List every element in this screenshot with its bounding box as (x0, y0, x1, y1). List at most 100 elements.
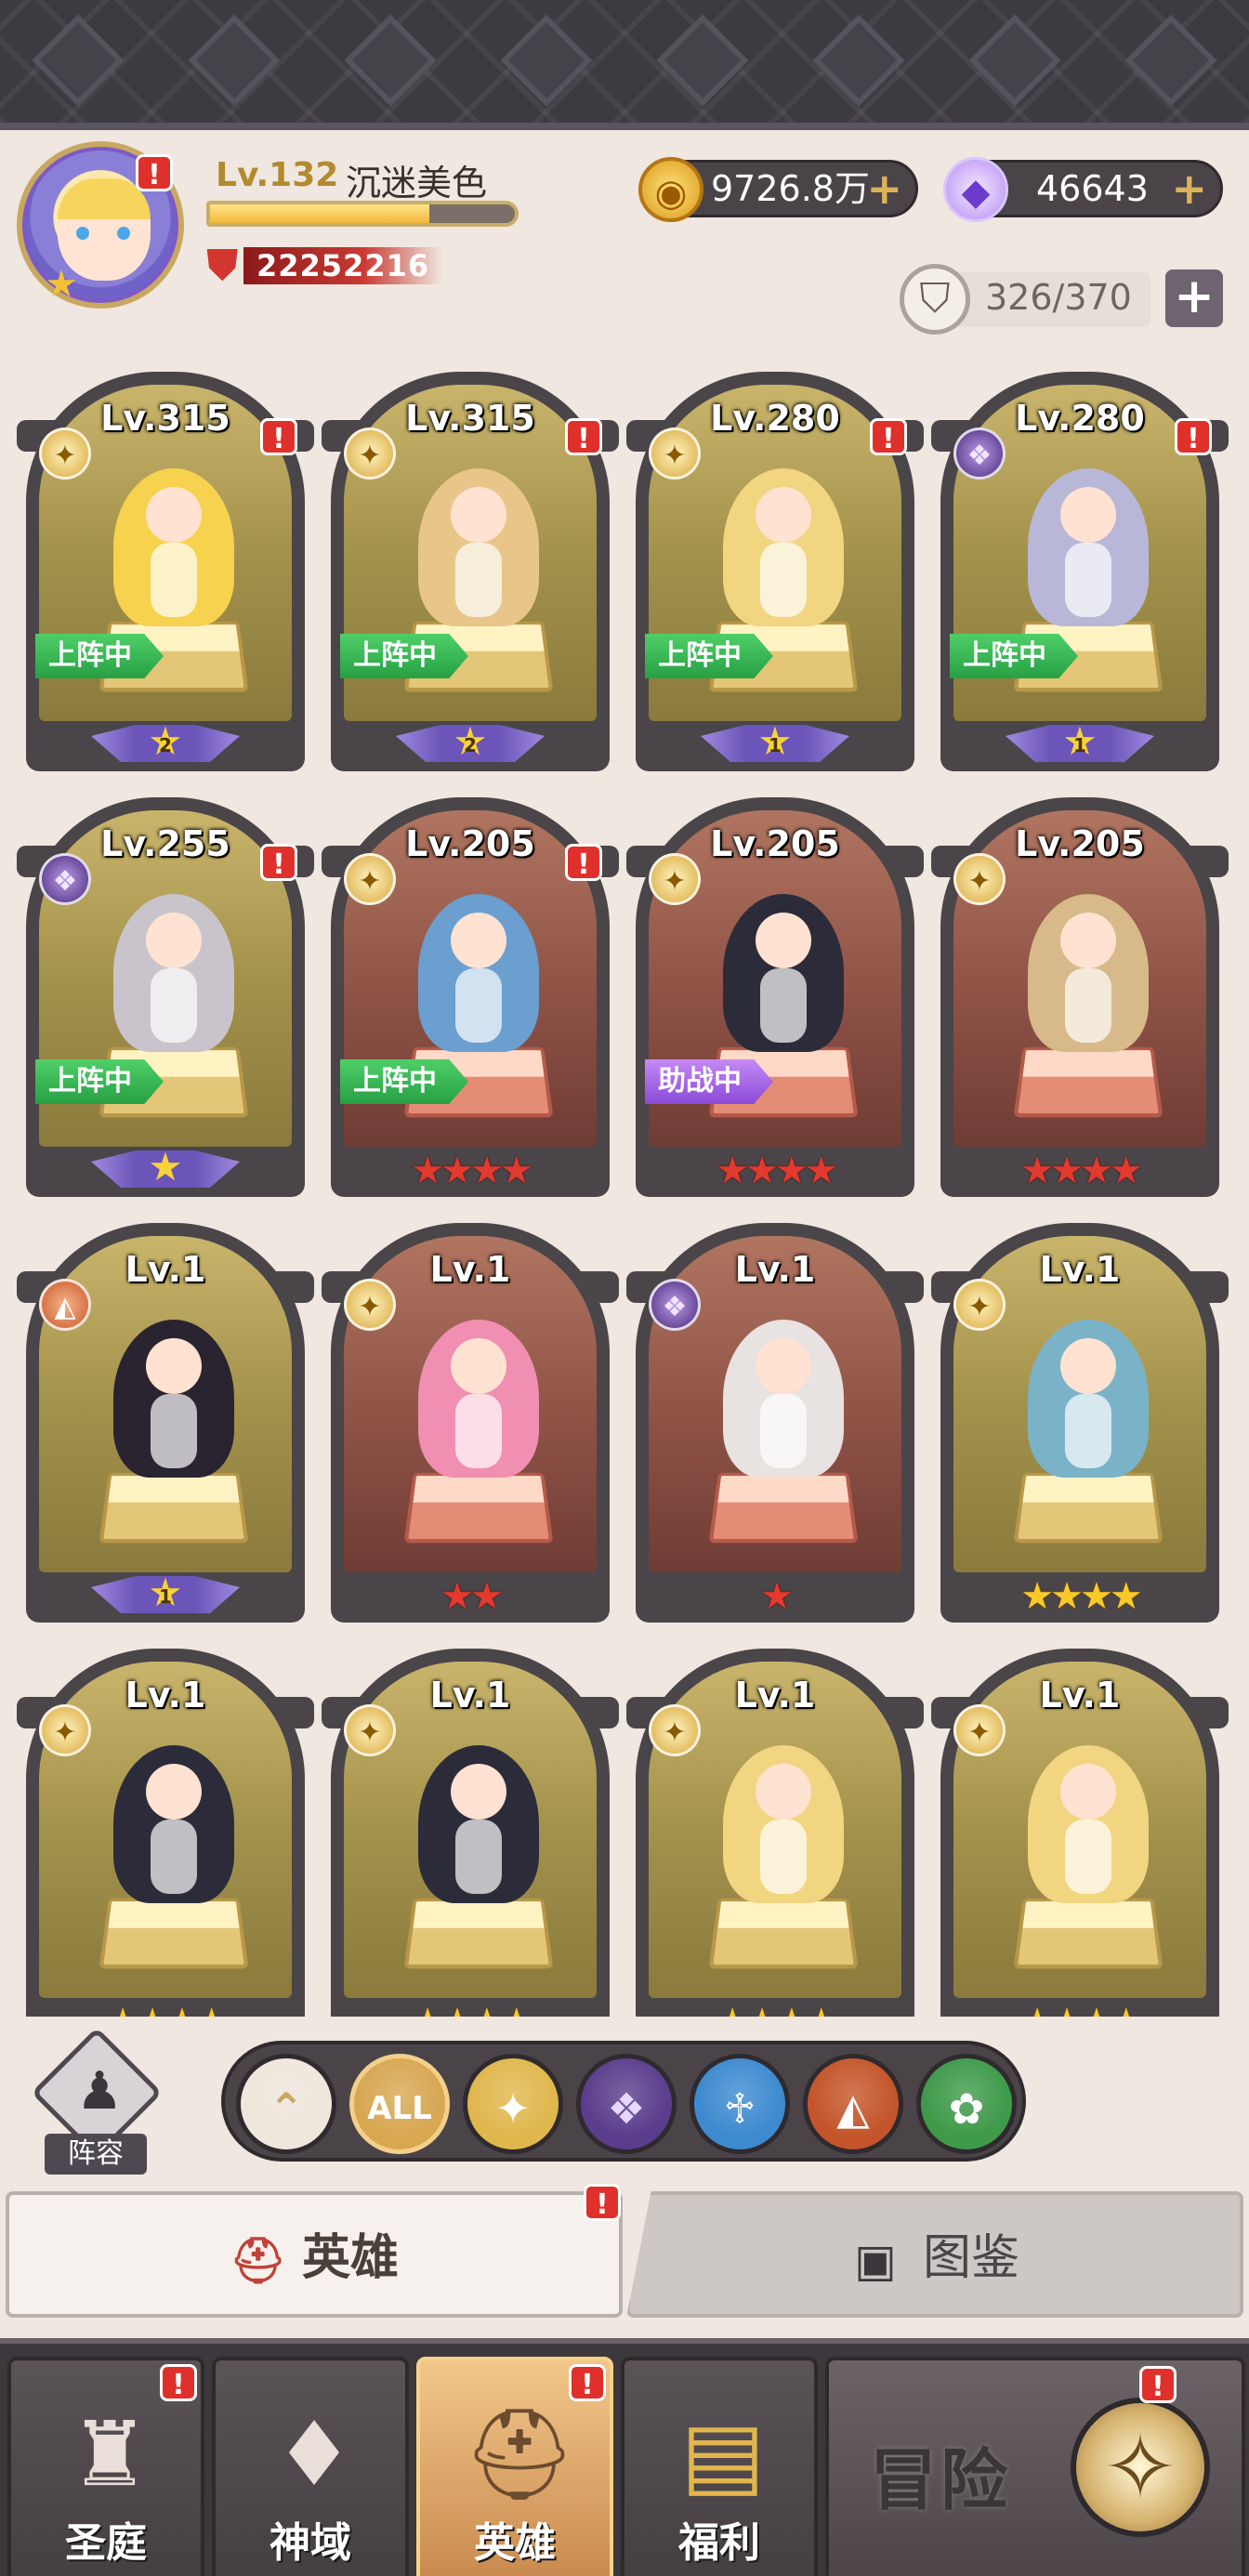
filter-beast-icon[interactable]: ◭ (803, 2054, 903, 2154)
hero-rank: ★★★★ (331, 1150, 610, 1191)
filter-dark-icon[interactable]: ❖ (576, 2054, 677, 2154)
faction-filter-bar: ⌃ ALL ✦ ❖ ♱ ◭ ✿ (221, 2041, 1026, 2162)
player-avatar[interactable]: ★ ! (17, 141, 184, 309)
faction-light-icon: ✦ (39, 427, 91, 480)
filter-nature-icon[interactable]: ✿ (916, 2054, 1017, 2154)
rank-wing-icon: ★ 1 (1006, 725, 1154, 762)
faction-light-icon: ✦ (649, 427, 701, 480)
star-icons: ★★★★ (1020, 1150, 1142, 1192)
hero-status-badge: 上阵中 (35, 634, 164, 678)
capacity-value: 326/370 (985, 277, 1132, 318)
nav-court[interactable]: ♜ 圣庭 ! (7, 2357, 204, 2576)
faction-light-icon: ✦ (344, 1704, 396, 1756)
hero-card[interactable]: Lv.1 ❖ ★ (626, 1223, 924, 1623)
hero-card[interactable]: Lv.315 ✦! 上阵中 ★ 2 (322, 372, 619, 771)
hero-alert-icon: ! (260, 844, 297, 881)
combat-power: ⛊ 22252216 (206, 240, 443, 290)
hero-sprite (723, 1745, 844, 1903)
nav-heroes-label: 英雄 (474, 2519, 556, 2567)
gem-currency[interactable]: ◆ 46643 + (943, 157, 1223, 222)
hero-status-badge: 上阵中 (950, 634, 1078, 678)
hero-rank: ★ (26, 1150, 305, 1191)
hero-sprite (418, 894, 539, 1052)
nav-court-alert-icon: ! (160, 2364, 197, 2401)
hero-alert-icon: ! (260, 418, 297, 455)
treasure-chest-icon: ▤ (680, 2402, 766, 2506)
hero-rank: ★ 1 (940, 725, 1219, 766)
hero-pedestal (1013, 1472, 1164, 1544)
gem-icon: ◆ (943, 157, 1008, 222)
hero-status-badge: 助战中 (645, 1059, 773, 1104)
tab-heroes[interactable]: ⛑ 英雄 ! (6, 2184, 623, 2318)
hero-sprite (723, 894, 844, 1052)
hero-card[interactable]: Lv.1✦★★★★ (322, 1649, 619, 2017)
tab-codex-label: 图鉴 (922, 2230, 1019, 2286)
bottom-nav: ♜ 圣庭 ! ♦ 神域 ⛑ 英雄 ! ▤ 福利 冒险 ✧ ! (0, 2338, 1249, 2576)
hero-card[interactable]: Lv.280 ✦! 上阵中 ★ 1 (626, 372, 924, 771)
pawn-icon: ♟ (76, 2061, 124, 2122)
faction-light-icon: ✦ (649, 1704, 701, 1756)
hero-sprite (723, 468, 844, 626)
hero-status-badge: 上阵中 (340, 634, 468, 678)
rank-wing-icon: ★ 1 (91, 1576, 240, 1613)
hero-card[interactable]: Lv.1✦★★★★ (931, 1223, 1229, 1623)
nav-welfare[interactable]: ▤ 福利 (621, 2357, 818, 2576)
gold-value: 9726.8万 (711, 168, 870, 209)
filter-holy-icon[interactable]: ♱ (690, 2054, 790, 2154)
hero-pedestal (1013, 1046, 1164, 1118)
filter-all[interactable]: ALL (349, 2054, 450, 2154)
hero-sprite (1028, 894, 1149, 1052)
rank-number: 1 (159, 1585, 172, 1608)
lineup-button[interactable]: ♟ 阵容 (31, 2027, 163, 2176)
hero-card[interactable]: Lv.1 ◭ ★ 1 (17, 1223, 314, 1623)
nav-welfare-label: 福利 (678, 2519, 760, 2567)
gold-currency[interactable]: ◉ 9726.8万 + (638, 157, 918, 222)
star-icons: ★★ (440, 1575, 504, 1618)
hero-status-badge: 上阵中 (35, 1059, 164, 1104)
tab-codex[interactable]: ▣ 图鉴 (626, 2191, 1243, 2318)
faction-dark-icon: ❖ (39, 853, 91, 905)
exp-bar-fill (210, 204, 430, 223)
hero-card[interactable]: Lv.1 ✦ ★★ (322, 1223, 619, 1623)
hero-rank: ★★★★ (331, 2002, 610, 2017)
filter-light-icon[interactable]: ✦ (463, 2054, 563, 2154)
hero-card[interactable]: Lv.1✦★★★★ (626, 1649, 924, 2017)
hero-sprite (418, 1320, 539, 1478)
hero-card[interactable]: Lv.1✦★★★★ (931, 1649, 1229, 2017)
hero-card[interactable]: Lv.280 ❖! 上阵中 ★ 1 (931, 372, 1229, 771)
hero-sprite (113, 1745, 234, 1903)
capacity-plus-button[interactable]: + (1165, 269, 1223, 327)
filter-up-icon[interactable]: ⌃ (236, 2054, 336, 2154)
hero-alert-icon: ! (565, 844, 602, 881)
gem-plus-button[interactable]: + (1171, 163, 1207, 215)
hero-card[interactable]: Lv.205 ✦! 上阵中 ★★★★ (322, 797, 619, 1197)
hero-sprite (1028, 1745, 1149, 1903)
rank-number: 1 (769, 734, 782, 756)
hero-alert-icon: ! (870, 418, 907, 455)
faction-light-icon: ✦ (953, 853, 1006, 905)
nav-heroes-alert-icon: ! (569, 2364, 606, 2401)
nav-divine[interactable]: ♦ 神域 (212, 2357, 409, 2576)
hero-alert-icon: ! (565, 418, 602, 455)
star-icons: ★★★★ (331, 2002, 610, 2017)
hero-card[interactable]: Lv.205 ✦ 助战中 ★★★★ (626, 797, 924, 1197)
star-icons: ★★★★ (716, 1150, 837, 1192)
hero-card[interactable]: Lv.255 ❖! 上阵中 ★ (17, 797, 314, 1197)
nav-heroes[interactable]: ⛑ 英雄 ! (416, 2357, 613, 2576)
nav-adventure[interactable]: 冒险 ✧ ! (825, 2357, 1245, 2576)
hero-sprite (113, 894, 234, 1052)
avatar-star-icon: ★ (45, 263, 78, 306)
tab-heroes-label: 英雄 (301, 2230, 399, 2286)
hero-card[interactable]: Lv.205 ✦ ★★★★ (931, 797, 1229, 1197)
gold-plus-button[interactable]: + (866, 163, 902, 215)
rank-number: 1 (1073, 734, 1086, 756)
rank-wing-icon: ★ 2 (91, 725, 240, 762)
faction-light-icon: ✦ (953, 1279, 1006, 1331)
hero-rank: ★★★★ (940, 2002, 1219, 2017)
hero-card[interactable]: Lv.315 ✦! 上阵中 ★ 2 (17, 372, 314, 771)
top-decoration (0, 0, 1249, 130)
faction-beast-icon: ◭ (39, 1279, 91, 1331)
hero-rank: ★★★★ (636, 1150, 914, 1191)
lineup-label: 阵容 (45, 2134, 147, 2175)
hero-card[interactable]: Lv.1✦★★★★ (17, 1649, 314, 2017)
